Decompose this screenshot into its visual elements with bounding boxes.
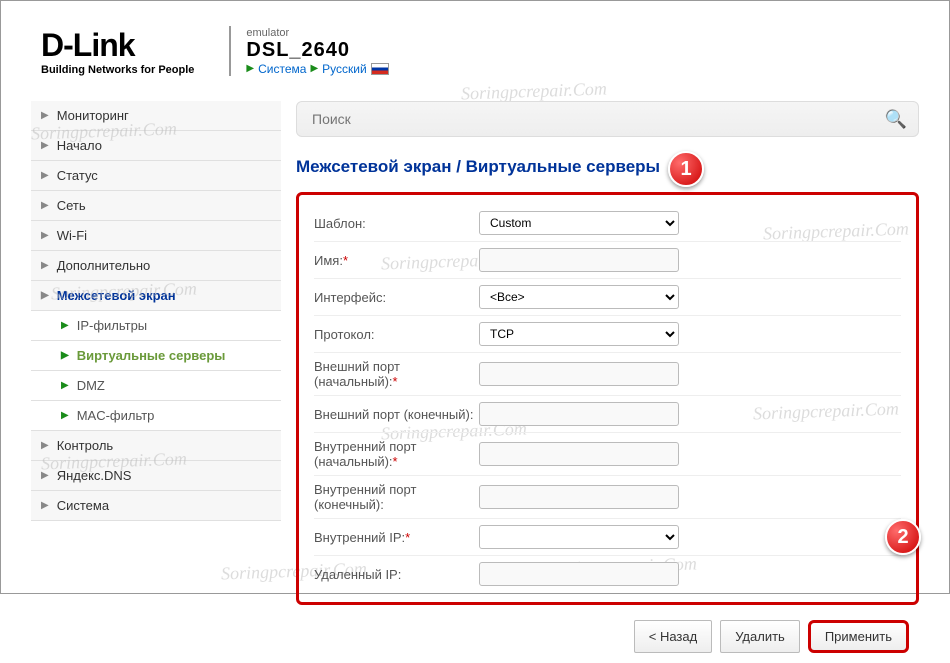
sidebar-label: Виртуальные серверы [77, 348, 226, 363]
sidebar-item-wifi[interactable]: ▶ Wi-Fi [31, 221, 281, 251]
int-ip-label: Внутренний IP:* [314, 530, 479, 545]
header: D-Link Building Networks for People emul… [1, 1, 949, 91]
ext-port-end-label: Внешний порт (конечный): [314, 407, 479, 422]
sidebar-label: MAC-фильтр [77, 408, 155, 423]
triangle-icon: ▶ [41, 230, 49, 241]
sidebar-label: DMZ [77, 378, 105, 393]
logo: D-Link Building Networks for People [41, 27, 194, 76]
sidebar-item-advanced[interactable]: ▶ Дополнительно [31, 251, 281, 281]
triangle-icon: ▶ [41, 290, 49, 301]
sidebar-item-system[interactable]: ▶ Система [31, 491, 281, 521]
int-port-start-input[interactable] [479, 442, 679, 466]
sidebar-label: Мониторинг [57, 108, 129, 123]
int-port-end-input[interactable] [479, 485, 679, 509]
flag-icon [371, 63, 389, 75]
device-info: emulator DSL_2640 ▶ Система ▶ Русский [246, 27, 388, 76]
triangle-icon: ▶ [61, 320, 69, 331]
apply-button[interactable]: Применить [808, 620, 909, 653]
sidebar-item-network[interactable]: ▶ Сеть [31, 191, 281, 221]
sidebar-label: Яндекс.DNS [57, 468, 132, 483]
triangle-icon: ▶ [41, 500, 49, 511]
sidebar: ▶ Мониторинг ▶ Начало ▶ Статус ▶ Сеть ▶ Wi-Fi… [31, 101, 281, 653]
triangle-icon: ▶ [41, 260, 49, 271]
remote-ip-input[interactable] [479, 562, 679, 586]
sidebar-item-firewall[interactable]: ▶ Межсетевой экран [31, 281, 281, 311]
search-icon[interactable]: 🔍 [885, 109, 907, 130]
sidebar-label: Сеть [57, 198, 86, 213]
triangle-icon: ▶ [41, 110, 49, 121]
sidebar-item-status[interactable]: ▶ Статус [31, 161, 281, 191]
sidebar-item-control[interactable]: ▶ Контроль [31, 431, 281, 461]
ext-port-end-input[interactable] [479, 402, 679, 426]
breadcrumb: ▶ Система ▶ Русский [246, 62, 388, 76]
triangle-icon: ▶ [61, 380, 69, 391]
ext-port-start-input[interactable] [479, 362, 679, 386]
sidebar-sub-ipfilters[interactable]: ▶ IP-фильтры [31, 311, 281, 341]
ext-port-start-label: Внешний порт (начальный):* [314, 359, 479, 389]
interface-select[interactable]: <Все> [479, 285, 679, 309]
triangle-icon: ▶ [41, 470, 49, 481]
int-ip-select[interactable] [479, 525, 679, 549]
sidebar-label: Дополнительно [57, 258, 151, 273]
triangle-icon: ▶ [41, 170, 49, 181]
sidebar-label: IP-фильтры [77, 318, 147, 333]
annotation-badge-1: 1 [668, 151, 704, 187]
sidebar-item-monitoring[interactable]: ▶ Мониторинг [31, 101, 281, 131]
interface-label: Интерфейс: [314, 290, 479, 305]
sidebar-sub-virtualservers[interactable]: ▶ Виртуальные серверы [31, 341, 281, 371]
search-wrap: 🔍 [296, 101, 919, 157]
model-label: DSL_2640 [246, 39, 388, 62]
protocol-label: Протокол: [314, 327, 479, 342]
emulator-label: emulator [246, 27, 388, 39]
search-input[interactable] [296, 101, 919, 137]
sidebar-label: Начало [57, 138, 102, 153]
arrow-icon: ▶ [310, 63, 318, 74]
protocol-select[interactable]: TCP [479, 322, 679, 346]
sidebar-label: Межсетевой экран [57, 288, 176, 303]
int-port-start-label: Внутренний порт (начальный):* [314, 439, 479, 469]
name-label: Имя:* [314, 253, 479, 268]
arrow-icon: ▶ [246, 63, 254, 74]
delete-button[interactable]: Удалить [720, 620, 800, 653]
triangle-icon: ▶ [41, 440, 49, 451]
sidebar-label: Система [57, 498, 109, 513]
int-port-end-label: Внутренний порт (конечный): [314, 482, 479, 512]
triangle-icon: ▶ [41, 200, 49, 211]
name-input[interactable] [479, 248, 679, 272]
template-select[interactable]: Custom [479, 211, 679, 235]
breadcrumb-lang[interactable]: Русский [322, 62, 367, 76]
sidebar-sub-dmz[interactable]: ▶ DMZ [31, 371, 281, 401]
triangle-icon: ▶ [61, 350, 69, 361]
sidebar-label: Статус [57, 168, 98, 183]
breadcrumb-system[interactable]: Система [258, 62, 306, 76]
logo-text: D-Link [41, 27, 194, 64]
sidebar-item-yandexdns[interactable]: ▶ Яндекс.DNS [31, 461, 281, 491]
buttons-row: < Назад Удалить Применить [296, 620, 919, 653]
divider [229, 26, 231, 76]
triangle-icon: ▶ [61, 410, 69, 421]
triangle-icon: ▶ [41, 140, 49, 151]
template-label: Шаблон: [314, 216, 479, 231]
back-button[interactable]: < Назад [634, 620, 712, 653]
sidebar-sub-macfilter[interactable]: ▶ MAC-фильтр [31, 401, 281, 431]
sidebar-label: Контроль [57, 438, 113, 453]
sidebar-label: Wi-Fi [57, 228, 87, 243]
remote-ip-label: Удаленный IP: [314, 567, 479, 582]
page-title: Межсетевой экран / Виртуальные серверы [296, 157, 919, 177]
annotation-badge-2: 2 [885, 519, 921, 555]
form-area: Шаблон: Custom Имя:* Интерфейс: <Все> Пр… [296, 192, 919, 605]
sidebar-item-start[interactable]: ▶ Начало [31, 131, 281, 161]
main-content: 🔍 Межсетевой экран / Виртуальные серверы… [296, 101, 919, 653]
logo-subtitle: Building Networks for People [41, 64, 194, 76]
